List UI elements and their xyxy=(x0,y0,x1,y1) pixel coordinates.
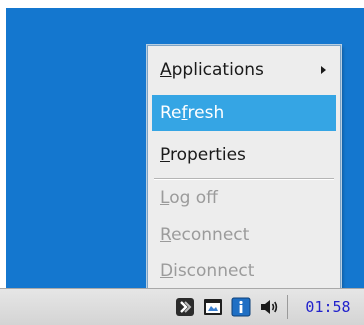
tray-context-menu: Applications Refresh Properties Log off … xyxy=(147,45,341,291)
menu-item-applications[interactable]: Applications xyxy=(152,52,336,88)
system-tray: 01:58 xyxy=(173,293,364,321)
taskbar: 01:58 xyxy=(0,288,364,325)
session-app-icon[interactable] xyxy=(173,295,197,319)
menu-item-label: Reconnect xyxy=(160,225,250,245)
menu-item-label: Properties xyxy=(160,145,246,165)
menu-item-label: Log off xyxy=(160,188,218,208)
menu-item-refresh[interactable]: Refresh xyxy=(152,95,336,131)
window-icon[interactable] xyxy=(201,295,225,319)
menu-item-label: Applications xyxy=(160,60,264,80)
submenu-arrow-icon xyxy=(321,66,326,74)
info-icon[interactable] xyxy=(229,295,253,319)
tray-divider xyxy=(287,295,288,319)
menu-item-disconnect[interactable]: Disconnect xyxy=(152,253,336,289)
menu-item-reconnect[interactable]: Reconnect xyxy=(152,217,336,253)
menu-item-label: Refresh xyxy=(160,103,225,123)
menu-item-label: Disconnect xyxy=(160,261,255,281)
menu-item-properties[interactable]: Properties xyxy=(152,137,336,173)
menu-item-log-off[interactable]: Log off xyxy=(152,180,336,216)
speaker-volume-icon[interactable] xyxy=(257,295,281,319)
clock[interactable]: 01:58 xyxy=(292,298,364,316)
